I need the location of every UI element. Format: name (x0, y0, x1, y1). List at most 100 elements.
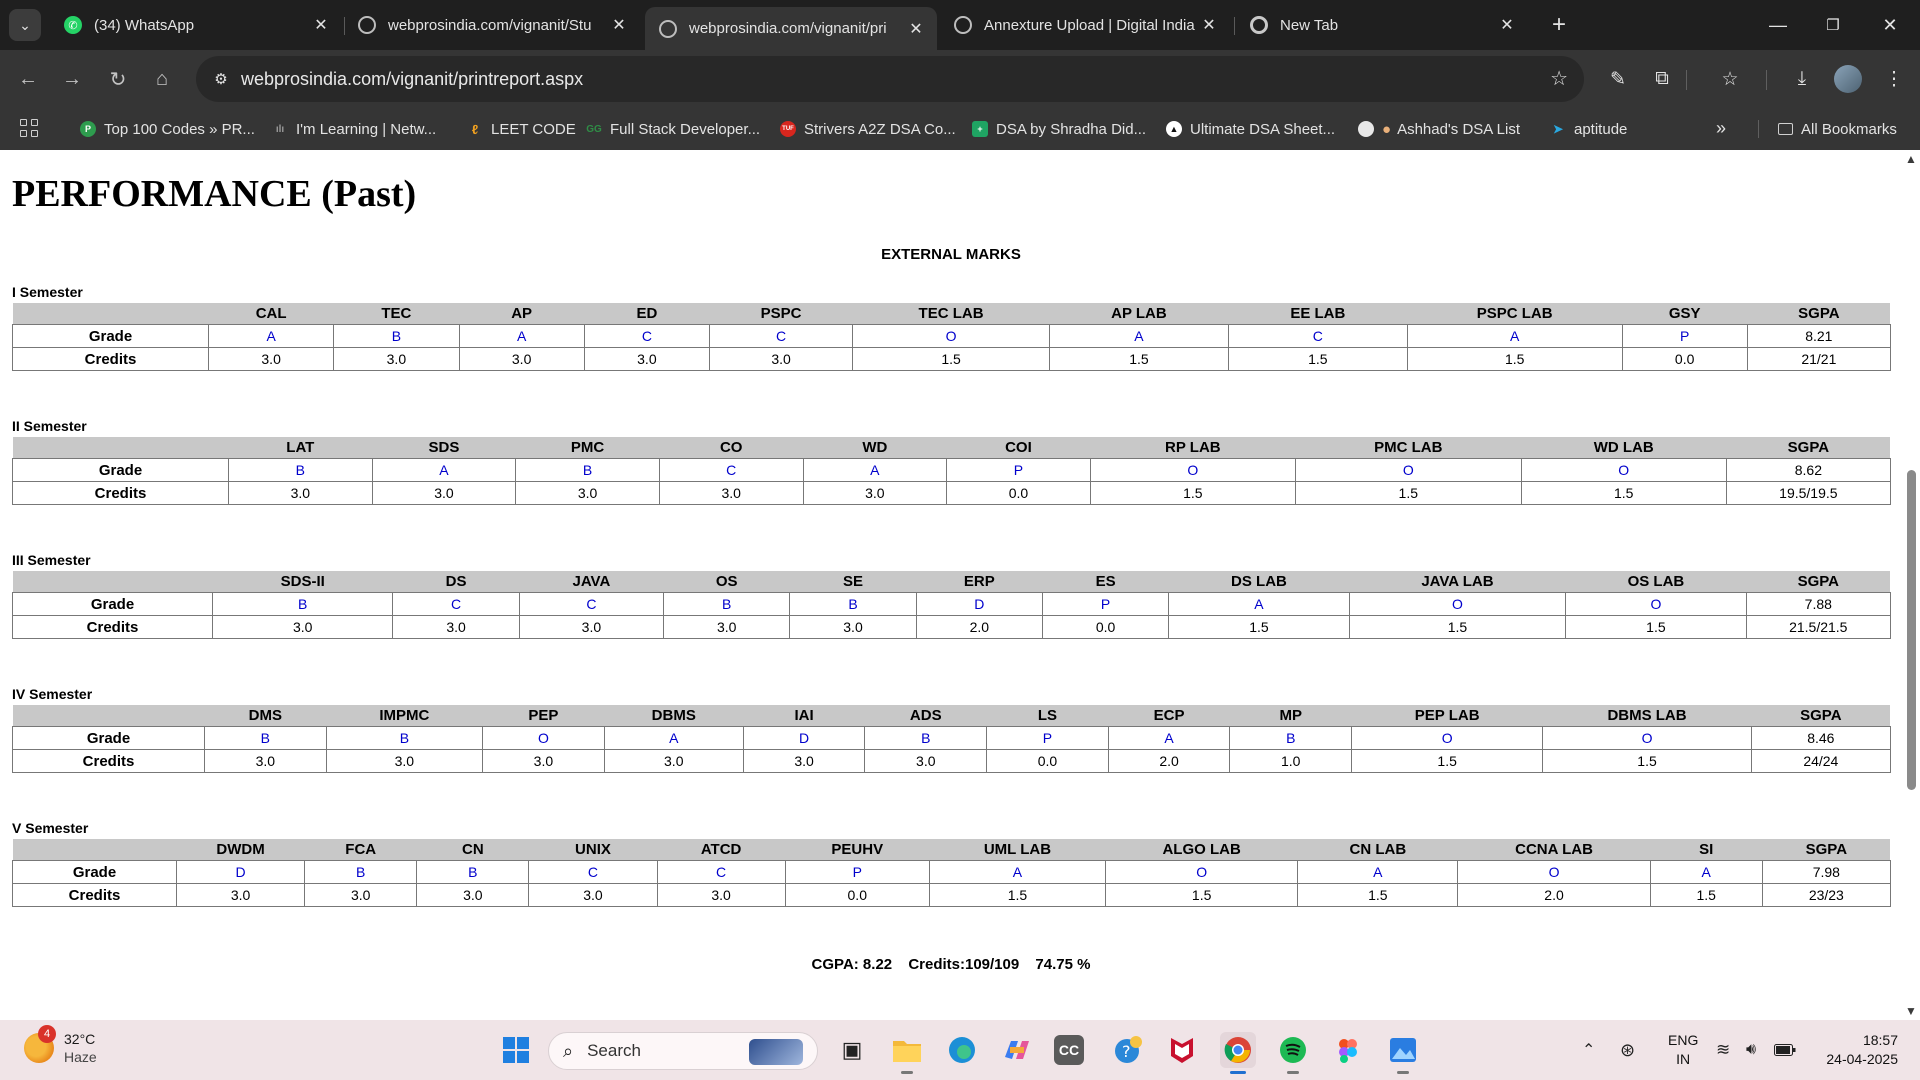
new-tab-button[interactable]: + (1544, 10, 1574, 40)
menu-icon[interactable]: ⋮ (1880, 65, 1908, 93)
section-heading: EXTERNAL MARKS (881, 246, 1021, 263)
apps-grid-icon[interactable] (20, 119, 40, 139)
network-status-icon[interactable]: ⊛ (1620, 1020, 1635, 1080)
extensions-icon[interactable]: ⧉ (1648, 65, 1676, 93)
row-label: Credits (12, 347, 209, 371)
subject-header: TEC (333, 303, 459, 325)
download-icon[interactable]: ⤓ (1788, 65, 1816, 93)
close-icon[interactable]: ✕ (1496, 15, 1518, 35)
address-bar[interactable]: ⚙ webprosindia.com/vignanit/printreport.… (196, 56, 1584, 102)
svg-text:?: ? (1122, 1042, 1131, 1061)
subject-header: MP (1229, 705, 1352, 727)
bookmark-item[interactable]: ℓ LEET CODE (467, 116, 576, 142)
subject-header: OS (663, 571, 790, 593)
grade-cell: O (1351, 726, 1544, 750)
close-icon[interactable]: ✕ (905, 19, 927, 39)
close-icon[interactable]: ✕ (1198, 15, 1220, 35)
credit-cell: 1.5 (1520, 481, 1727, 505)
bookmark-item[interactable]: ılı I'm Learning | Netw... (272, 116, 436, 142)
grade-cell: C (658, 458, 804, 482)
page-scrollbar[interactable]: ▲ ▼ (1902, 150, 1920, 1020)
reload-button[interactable]: ↻ (102, 63, 134, 95)
tab-printreport[interactable]: webprosindia.com/vignanit/pri ✕ (645, 7, 937, 50)
edge-icon[interactable] (944, 1032, 980, 1068)
copilot-icon[interactable] (999, 1032, 1035, 1068)
bookmark-item[interactable]: P Top 100 Codes » PR... (80, 116, 255, 142)
bookmark-item[interactable]: + DSA by Shradha Did... (972, 116, 1146, 142)
tab-newtab[interactable]: New Tab ✕ (1236, 7, 1528, 43)
subject-header: ERP (916, 571, 1043, 593)
battery-icon[interactable] (1774, 1020, 1796, 1080)
photos-icon[interactable] (1385, 1032, 1421, 1074)
close-icon[interactable]: ✕ (310, 15, 332, 35)
tab-student[interactable]: webprosindia.com/vignanit/Stu ✕ (344, 7, 640, 43)
task-view-icon[interactable]: ▣ (834, 1032, 870, 1068)
bookmark-item[interactable]: GG Full Stack Developer... (586, 116, 760, 142)
marks-table: LAT SDS PMC CO WD COI RP LAB PMC LAB WD LAB SGPA G… (12, 437, 1891, 505)
help-icon[interactable]: ? (1110, 1032, 1146, 1068)
subject-header: ATCD (657, 839, 786, 861)
tab-annexture[interactable]: Annexture Upload | Digital India ✕ (940, 7, 1230, 43)
figma-icon[interactable] (1330, 1032, 1366, 1068)
favorites-icon[interactable]: ☆ (1716, 65, 1744, 93)
cc-icon[interactable]: CC (1054, 1035, 1084, 1065)
marks-table: SDS-II DS JAVA OS SE ERP ES DS LAB JAVA LAB OS LA… (12, 571, 1891, 639)
credit-cell: 3.0 (603, 749, 744, 773)
profile-avatar[interactable] (1834, 65, 1862, 93)
bookmark-item[interactable]: ● Ashhad's DSA List (1358, 116, 1520, 142)
system-clock[interactable]: 18:57 24-04-2025 (1818, 1031, 1898, 1069)
bookmark-item[interactable]: TUF Strivers A2Z DSA Co... (780, 116, 956, 142)
mcafee-icon[interactable] (1164, 1032, 1200, 1068)
person-icon: ● (1382, 120, 1392, 138)
weather-widget[interactable]: 4 32°C Haze (24, 1025, 97, 1066)
file-explorer-icon[interactable] (889, 1032, 925, 1074)
minimize-button[interactable]: — (1758, 10, 1798, 40)
show-hidden-icons[interactable]: ⌃ (1582, 1020, 1595, 1080)
grade-row: Grade B A B C A P O O O 8.62 (12, 458, 1891, 482)
scroll-up-icon[interactable]: ▲ (1905, 152, 1917, 166)
forward-button[interactable]: → (56, 63, 88, 95)
credit-cell: 1.5 (852, 347, 1050, 371)
subject-header: DS (392, 571, 520, 593)
grade-cell: B (864, 726, 988, 750)
close-window-button[interactable]: ✕ (1870, 10, 1910, 40)
grade-cell: C (392, 592, 520, 616)
credit-cell: 1.5 (1406, 347, 1623, 371)
chrome-icon[interactable] (1220, 1032, 1256, 1074)
report-page: PERFORMANCE (Past) EXTERNAL MARKS I Seme… (0, 150, 1902, 1020)
credit-cell: 1.5 (1565, 615, 1747, 639)
volume-icon[interactable]: 🔊︎ (1746, 1020, 1756, 1080)
bookmark-item[interactable]: ➤ aptitude (1550, 116, 1627, 142)
back-button[interactable]: ← (12, 63, 44, 95)
taskbar-search[interactable]: ⌕ Search (548, 1032, 818, 1070)
credits-row: Credits 3.0 3.0 3.0 3.0 3.0 0.0 1.5 1.5 1.5 2.0 1.5… (12, 883, 1891, 907)
tab-whatsapp[interactable]: ✆ (34) WhatsApp ✕ (50, 7, 342, 43)
bookmark-item[interactable]: ▲ Ultimate DSA Sheet... (1166, 116, 1335, 142)
scroll-thumb[interactable] (1907, 470, 1916, 790)
tab-search-button[interactable]: ⌄ (9, 9, 41, 41)
credit-cell: 3.0 (392, 615, 520, 639)
home-button[interactable]: ⌂ (146, 63, 178, 95)
site-info-icon[interactable]: ⚙ (210, 68, 232, 90)
credit-cell: 3.0 (658, 481, 804, 505)
subject-header: ES (1042, 571, 1169, 593)
credit-cell: 0.0 (784, 883, 930, 907)
close-icon[interactable]: ✕ (608, 15, 630, 35)
wifi-icon[interactable]: ≋ (1716, 1020, 1730, 1080)
marks-table: DMS IMPMC PEP DBMS IAI ADS LS ECP MP PEP LAB DBMS … (12, 705, 1891, 773)
bookmark-star-icon[interactable]: ☆ (1550, 66, 1568, 91)
url-text[interactable]: webprosindia.com/vignanit/printreport.as… (241, 69, 583, 90)
subject-header: DBMS (604, 705, 744, 727)
windows-start-icon[interactable] (498, 1032, 534, 1068)
grade-cell: O (482, 726, 605, 750)
language-indicator[interactable]: ENG IN (1668, 1031, 1698, 1069)
spotify-icon[interactable] (1275, 1032, 1311, 1074)
scroll-down-icon[interactable]: ▼ (1905, 1004, 1917, 1018)
restore-button[interactable]: ❐ (1813, 10, 1853, 40)
triangle-icon: ▲ (1166, 121, 1182, 137)
all-bookmarks-button[interactable]: All Bookmarks (1778, 116, 1897, 142)
grade-cell: B (325, 726, 484, 750)
eyedropper-icon[interactable]: ✎ (1604, 65, 1632, 93)
more-bookmarks-icon[interactable]: » (1716, 118, 1726, 139)
credit-cell: 3.0 (528, 883, 658, 907)
